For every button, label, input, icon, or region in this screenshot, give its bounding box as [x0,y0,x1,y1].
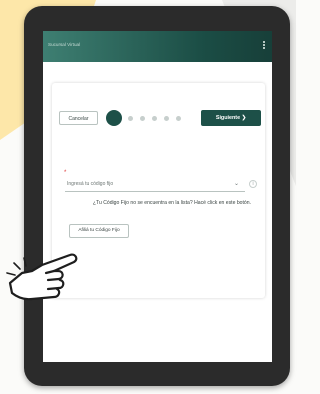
info-icon[interactable]: i [249,180,257,188]
step-indicator-active [106,110,122,126]
step-indicator [164,116,169,121]
hand-pointer-icon [6,253,78,301]
chevron-down-icon: ⌄ [233,181,239,187]
select-placeholder: Ingresá tu código fijo [67,181,114,187]
app-title: Sucursal Virtual [48,42,81,47]
vertical-dots-icon[interactable] [263,41,265,49]
app-bar: Sucursal Virtual [43,31,272,62]
hint-text: ¿Tu Código Fijo no se encuentra en la li… [92,200,251,206]
step-indicator [128,116,133,121]
affiliate-code-button[interactable]: Afiliá tu Código Fijo [69,224,129,238]
next-button-label: Siguiente [215,115,241,121]
required-marker: * [64,170,67,176]
cancel-button[interactable]: Cancelar [59,111,98,125]
step-indicator [152,116,157,121]
step-indicator [176,116,181,121]
fixed-code-select[interactable]: Ingresá tu código fijo ⌄ [65,178,245,192]
step-indicator [140,116,145,121]
chevron-right-icon: ❯ [241,115,247,121]
next-button[interactable]: Siguiente ❯ [201,110,261,126]
stepper: Cancelar Siguiente ❯ [59,110,261,126]
tablet-screen: Sucursal Virtual Cancelar Siguiente ❯ * … [43,31,272,362]
